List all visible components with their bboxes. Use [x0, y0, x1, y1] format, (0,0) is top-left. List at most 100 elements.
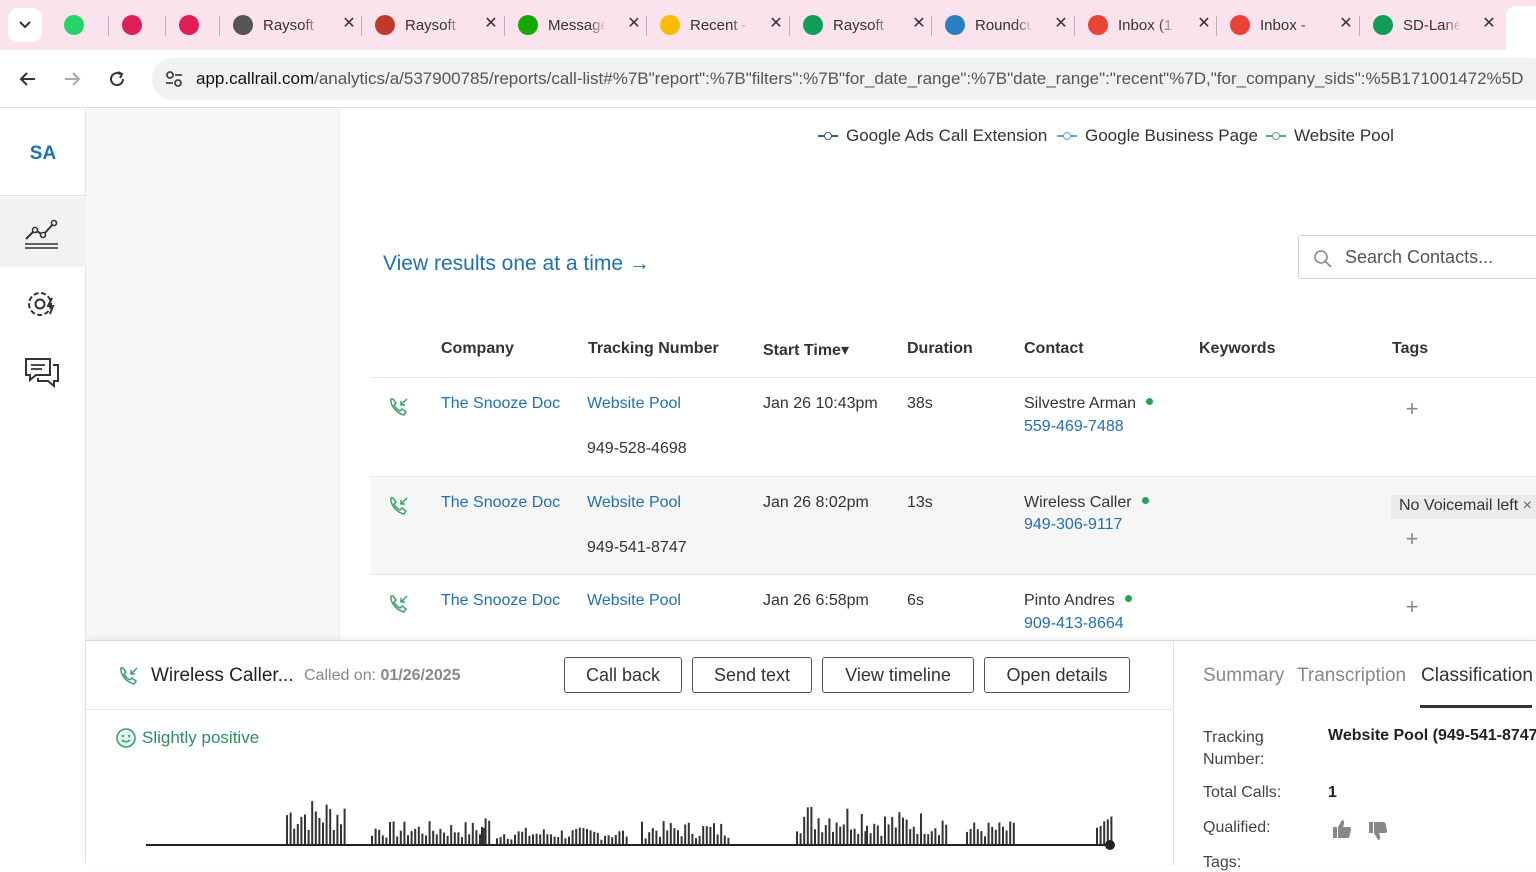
- waveform-bar: [446, 835, 449, 844]
- column-header-start-time[interactable]: Start Time▾: [763, 340, 849, 360]
- column-header-contact[interactable]: Contact: [1024, 340, 1084, 358]
- column-header-tracking-number[interactable]: Tracking Number: [588, 340, 719, 358]
- reload-button[interactable]: [100, 62, 134, 96]
- legend-item-google-ads[interactable]: Google Ads Call Extension: [818, 126, 1047, 146]
- waveform-bar: [557, 837, 560, 844]
- tab-summary[interactable]: Summary: [1203, 665, 1284, 687]
- browser-tab[interactable]: Raysoft ✕: [375, 6, 500, 44]
- add-tag-button[interactable]: +: [1402, 594, 1422, 620]
- tab-classification[interactable]: Classification: [1421, 665, 1533, 687]
- browser-tab[interactable]: [64, 6, 94, 44]
- waveform-bar: [300, 816, 303, 844]
- waveform-bar: [453, 832, 456, 844]
- tab-title: SD-Lane: [1403, 16, 1461, 34]
- audio-waveform[interactable]: [146, 781, 1116, 851]
- company-link[interactable]: The Snooze Doc: [441, 395, 560, 413]
- tab-transcription[interactable]: Transcription: [1297, 665, 1406, 687]
- browser-tab[interactable]: SD-Lane ✕: [1373, 6, 1498, 44]
- account-initials[interactable]: SA: [0, 143, 86, 165]
- table-row-selected[interactable]: [371, 477, 1536, 574]
- contact-name[interactable]: Wireless Caller: [1024, 494, 1149, 512]
- browser-tab[interactable]: Inbox (1 ✕: [1088, 6, 1213, 44]
- close-tab-icon[interactable]: ✕: [1337, 15, 1355, 33]
- waveform-bar: [568, 836, 570, 844]
- close-tab-icon[interactable]: ✕: [767, 15, 785, 33]
- waveform-bar: [392, 821, 395, 844]
- close-tab-icon[interactable]: ✕: [482, 15, 500, 33]
- browser-tab[interactable]: Inbox - ✕: [1230, 6, 1355, 44]
- waveform-bar: [891, 817, 894, 844]
- browser-toolbar: app.callrail.com/analytics/a/537900785/r…: [0, 50, 1536, 108]
- waveform-bar: [332, 830, 335, 844]
- back-button[interactable]: [11, 62, 45, 96]
- thumbs-up-icon[interactable]: [1330, 817, 1354, 841]
- column-header-duration[interactable]: Duration: [907, 340, 973, 358]
- browser-tab[interactable]: Raysoft ✕: [233, 6, 358, 44]
- close-tab-icon[interactable]: ✕: [625, 15, 643, 33]
- site-settings-icon[interactable]: [162, 67, 186, 91]
- chat-bubbles-icon[interactable]: [22, 353, 62, 393]
- forward-button[interactable]: [55, 62, 89, 96]
- playhead-handle[interactable]: [1105, 840, 1115, 850]
- settings-gear-icon[interactable]: [22, 284, 62, 324]
- waveform-bar: [589, 830, 592, 844]
- close-tab-icon[interactable]: ✕: [1480, 15, 1498, 33]
- tab-separator: [361, 16, 362, 36]
- contact-phone-link[interactable]: 949-306-9117: [1024, 516, 1122, 534]
- tab-separator: [1359, 16, 1360, 36]
- search-contacts-input[interactable]: Search Contacts...: [1298, 235, 1536, 279]
- thumbs-down-icon[interactable]: [1366, 819, 1390, 843]
- tag-remove-icon[interactable]: ×: [1523, 497, 1532, 514]
- tag-chip-no-voicemail[interactable]: No Voicemail left ×: [1391, 495, 1536, 519]
- company-link[interactable]: The Snooze Doc: [441, 494, 560, 512]
- browser-tab[interactable]: Raysoft ✕: [803, 6, 928, 44]
- tracking-source-link[interactable]: Website Pool: [587, 592, 681, 610]
- online-status-icon: [1141, 497, 1149, 505]
- column-header-keywords[interactable]: Keywords: [1199, 340, 1275, 358]
- waveform-bar: [835, 822, 838, 844]
- view-timeline-button[interactable]: View timeline: [822, 657, 974, 693]
- tracking-source-link[interactable]: Website Pool: [587, 494, 681, 512]
- view-results-one-at-a-time-link[interactable]: View results one at a time →: [383, 252, 650, 276]
- search-placeholder: Search Contacts...: [1345, 247, 1494, 267]
- browser-tab[interactable]: Recent - ✕: [660, 6, 785, 44]
- waveform-bar: [428, 821, 431, 844]
- tab-separator: [219, 16, 220, 36]
- contact-phone-link[interactable]: 559-469-7488: [1024, 418, 1124, 436]
- close-tab-icon[interactable]: ✕: [1195, 15, 1213, 33]
- legend-item-google-business[interactable]: Google Business Page: [1057, 126, 1258, 146]
- contact-name[interactable]: Silvestre Arman: [1024, 395, 1154, 413]
- add-tag-button[interactable]: +: [1402, 396, 1422, 422]
- close-tab-icon[interactable]: ✕: [910, 15, 928, 33]
- arrow-right-icon: [65, 72, 81, 86]
- smiley-face-icon: [116, 728, 136, 748]
- close-tab-icon[interactable]: ✕: [1052, 15, 1070, 33]
- browser-tab[interactable]: Messages ✕: [518, 6, 643, 44]
- tab-separator: [789, 16, 790, 36]
- browser-tab[interactable]: [122, 6, 152, 44]
- tracking-source-link[interactable]: Website Pool: [587, 395, 681, 413]
- call-back-button[interactable]: Call back: [564, 657, 682, 693]
- column-header-company[interactable]: Company: [441, 340, 514, 358]
- contact-name[interactable]: Pinto Andres: [1024, 592, 1132, 610]
- column-header-tags[interactable]: Tags: [1392, 340, 1428, 358]
- tab-search-button[interactable]: [8, 8, 42, 42]
- address-bar[interactable]: app.callrail.com/analytics/a/537900785/r…: [152, 58, 1536, 100]
- waveform-bar: [414, 828, 417, 844]
- tab-separator: [646, 16, 647, 36]
- contact-phone-link[interactable]: 909-413-8664: [1024, 615, 1124, 633]
- company-link[interactable]: The Snooze Doc: [441, 592, 560, 610]
- analytics-chart-icon[interactable]: [22, 213, 62, 253]
- search-icon: [1314, 250, 1332, 268]
- browser-tab[interactable]: Roundcube ✕: [945, 6, 1070, 44]
- waveform-bar: [1009, 821, 1012, 844]
- tab-separator: [108, 16, 109, 36]
- add-tag-button[interactable]: +: [1402, 526, 1422, 552]
- open-details-button[interactable]: Open details: [984, 657, 1130, 693]
- legend-item-website-pool[interactable]: Website Pool: [1266, 126, 1394, 146]
- browser-tab[interactable]: [179, 6, 209, 44]
- active-tab[interactable]: [1506, 6, 1536, 50]
- close-tab-icon[interactable]: ✕: [340, 15, 358, 33]
- send-text-button[interactable]: Send text: [692, 657, 812, 693]
- waveform-bar: [673, 828, 676, 844]
